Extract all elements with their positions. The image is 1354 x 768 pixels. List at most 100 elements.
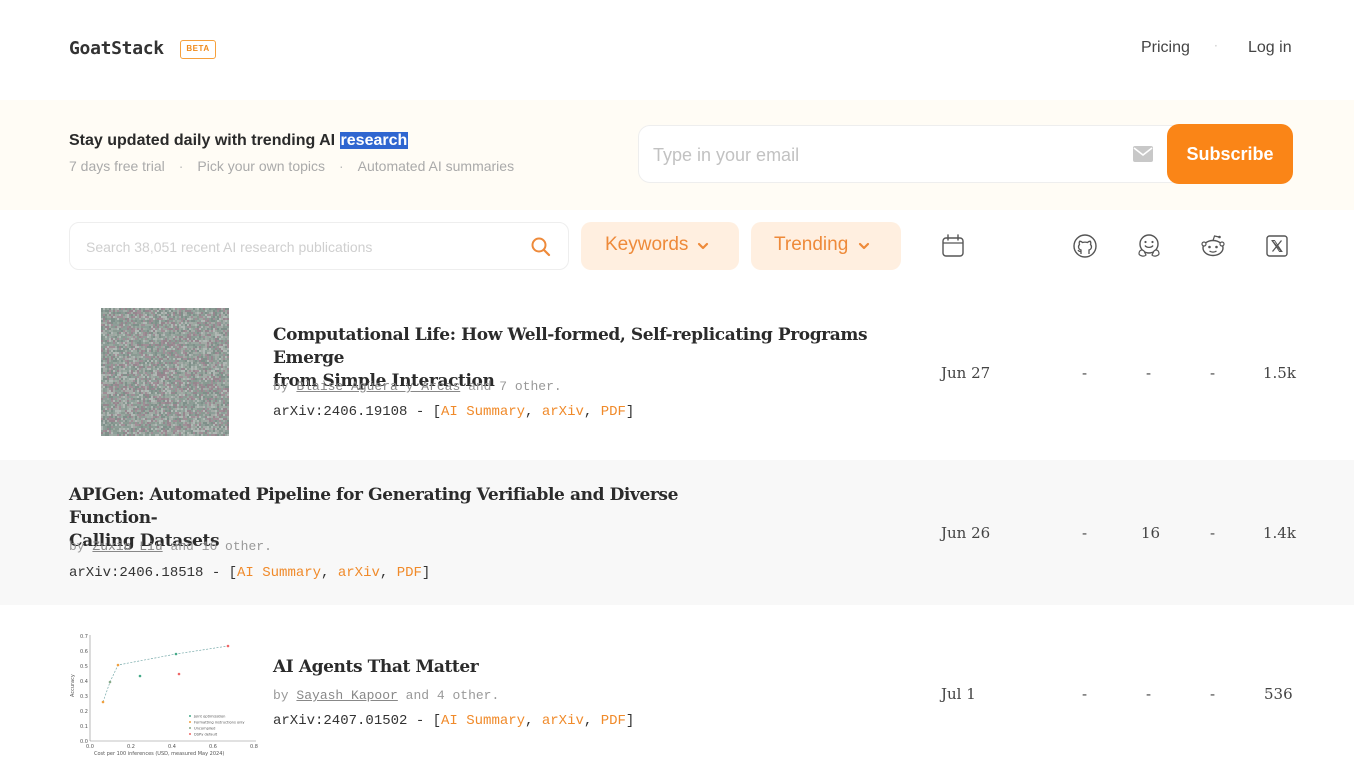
paper-thumbnail-chart[interactable]: 0.00.10.20.30.40.50.60.7 0.0 0.2 0.4 0.6 0.8… <box>68 627 260 760</box>
email-field[interactable] <box>653 140 1123 170</box>
by-label: by <box>69 539 85 554</box>
ai-summary-link[interactable]: AI Summary <box>441 713 525 729</box>
nav-pricing-link[interactable]: Pricing <box>1141 39 1190 57</box>
search-input[interactable] <box>86 235 516 259</box>
thumb-ytick: 0.4 <box>80 679 88 685</box>
arxiv-link[interactable]: arXiv <box>542 404 584 420</box>
paper-authors: by Blaise Agüera y Arcas and 7 other. <box>273 379 562 394</box>
github-count: - <box>1082 524 1088 542</box>
author-link[interactable]: Zuxin Liu <box>92 539 162 554</box>
x-twitter-icon[interactable] <box>1264 233 1290 259</box>
chevron-down-icon <box>697 242 709 250</box>
ai-summary-link[interactable]: AI Summary <box>441 404 525 420</box>
thumb-ytick: 0.2 <box>80 709 88 715</box>
ai-summary-link[interactable]: AI Summary <box>237 565 321 581</box>
thumb-legend-marker <box>189 727 191 729</box>
logo[interactable]: GoatStack <box>69 38 164 59</box>
paper-date: Jun 27 <box>941 364 991 382</box>
thumb-ytick: 0.6 <box>80 649 88 655</box>
email-field-wrapper <box>638 125 1198 183</box>
reddit-count: - <box>1210 364 1216 382</box>
paper-title-line: APIGen: Automated Pipeline for Generatin… <box>69 485 679 528</box>
keywords-label: Keywords <box>605 234 689 255</box>
reddit-icon[interactable] <box>1200 233 1226 259</box>
banner-title-text: Stay updated daily with trending AI <box>69 132 340 149</box>
pdf-link[interactable]: PDF <box>601 713 626 729</box>
thumb-xtick: 0.4 <box>168 744 176 750</box>
author-link[interactable]: Blaise Agüera y Arcas <box>296 379 460 394</box>
keywords-dropdown[interactable]: Keywords <box>581 222 739 270</box>
huggingface-count: - <box>1146 364 1152 382</box>
calendar-icon[interactable] <box>940 233 966 259</box>
paper-links: arXiv:2406.18518 - [AI Summary, arXiv, P… <box>69 565 431 581</box>
feature-item: 7 days free trial <box>69 158 165 174</box>
arxiv-link[interactable]: arXiv <box>338 565 380 581</box>
arxiv-id: arXiv:2406.18518 - [ <box>69 565 238 581</box>
beta-badge: BETA <box>180 40 216 59</box>
banner-features: 7 days free trial · Pick your own topics · A… <box>69 158 514 174</box>
nav-separator: · <box>1214 39 1218 53</box>
thumb-ylabel: Accuracy <box>70 674 76 697</box>
thumb-xtick: 0.2 <box>127 744 135 750</box>
thumb-legend-marker <box>189 715 191 717</box>
thumb-ytick: 0.7 <box>80 634 88 640</box>
by-label: by <box>273 688 289 703</box>
thumb-ytick: 0.3 <box>80 694 88 700</box>
feature-item: Pick your own topics <box>197 158 325 174</box>
huggingface-count: - <box>1146 685 1152 703</box>
huggingface-icon[interactable] <box>1136 233 1162 259</box>
twitter-count: 536 <box>1264 685 1293 703</box>
banner-title: Stay updated daily with trending AI rese… <box>69 132 409 150</box>
author-link[interactable]: Sayash Kapoor <box>296 688 397 703</box>
thumb-ytick: 0.5 <box>80 664 88 670</box>
paper-authors: by Zuxin Liu and 16 other. <box>69 539 272 554</box>
paper-row[interactable]: 0.0 0.1 0.2 0.3 0.4 0.5 0.6 0.7 0.0 0.2 0.4 0.6 0.8… <box>0 605 1354 768</box>
thumb-legend-label: DSPy default <box>194 733 218 737</box>
paper-links: arXiv:2406.19108 - [AI Summary, arXiv, P… <box>273 404 635 420</box>
paper-thumbnail-noise[interactable] <box>101 308 229 436</box>
thumb-legend-label: Joint optimization <box>193 715 225 719</box>
arxiv-id: arXiv:2407.01502 - [ <box>273 713 442 729</box>
github-count: - <box>1082 364 1088 382</box>
feature-separator: · <box>339 158 344 174</box>
search-box <box>69 222 569 270</box>
paper-title[interactable]: AI Agents That Matter <box>273 656 873 679</box>
feature-item: Automated AI summaries <box>357 158 515 174</box>
paper-authors: by Sayash Kapoor and 4 other. <box>273 688 499 703</box>
trending-label: Trending <box>774 234 849 255</box>
reddit-count: - <box>1210 685 1216 703</box>
thumb-xtick: 0.0 <box>86 744 94 750</box>
paper-date: Jun 26 <box>941 524 991 542</box>
arxiv-link[interactable]: arXiv <box>542 713 584 729</box>
thumb-xtick: 0.8 <box>250 744 258 750</box>
subscribe-button[interactable]: Subscribe <box>1167 124 1293 184</box>
trending-dropdown[interactable]: Trending <box>751 222 901 270</box>
pdf-link[interactable]: PDF <box>601 404 626 420</box>
thumb-legend-marker <box>189 721 191 723</box>
search-icon[interactable] <box>530 236 552 258</box>
other-authors: and 16 other. <box>170 539 272 554</box>
github-icon[interactable] <box>1072 233 1098 259</box>
chevron-down-icon <box>858 242 870 250</box>
paper-links: arXiv:2407.01502 - [AI Summary, arXiv, P… <box>273 713 635 729</box>
banner-title-highlight: research <box>339 132 409 149</box>
thumb-ytick: 0.1 <box>80 724 88 730</box>
by-label: by <box>273 379 289 394</box>
mail-icon <box>1133 146 1153 162</box>
thumb-xlabel: Cost per 100 inferences (USD, measured M… <box>94 751 224 757</box>
paper-row[interactable]: APIGen: Automated Pipeline for Generatin… <box>0 460 1354 605</box>
thumb-legend-label: Formatting instructions only <box>194 721 245 725</box>
site-header: GoatStack BETA Pricing · Log in <box>0 0 1354 100</box>
arxiv-id: arXiv:2406.19108 - [ <box>273 404 442 420</box>
thumb-legend-marker <box>189 733 191 735</box>
github-count: - <box>1082 685 1088 703</box>
paper-title-line: Computational Life: How Well-formed, Sel… <box>273 325 868 368</box>
huggingface-count: 16 <box>1141 524 1161 542</box>
paper-date: Jul 1 <box>941 685 976 703</box>
twitter-count: 1.4k <box>1263 524 1296 542</box>
other-authors: and 7 other. <box>468 379 562 394</box>
thumb-legend-label: Uncompiled <box>194 727 215 731</box>
pdf-link[interactable]: PDF <box>397 565 422 581</box>
nav-login-link[interactable]: Log in <box>1248 39 1292 57</box>
paper-row[interactable]: Computational Life: How Well-formed, Sel… <box>0 285 1354 460</box>
